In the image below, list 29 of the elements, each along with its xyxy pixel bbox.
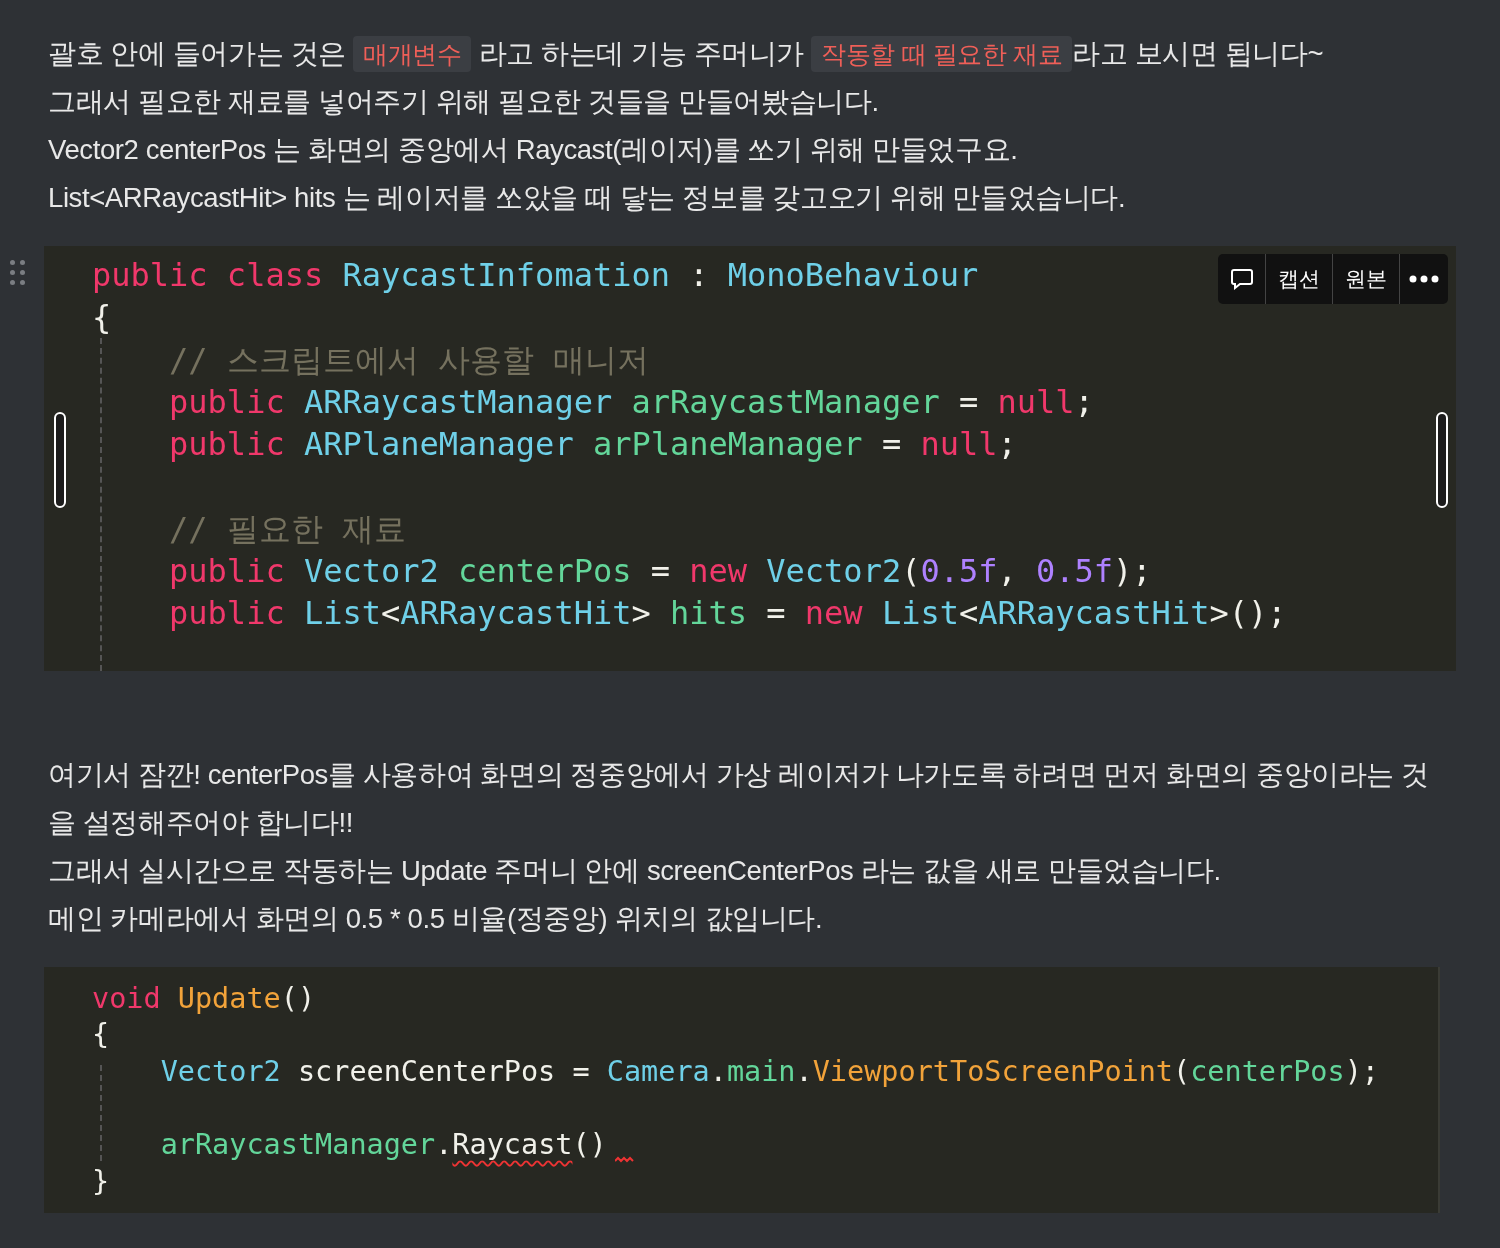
resize-handle[interactable] bbox=[1436, 412, 1448, 508]
drag-handle-icon[interactable] bbox=[10, 260, 25, 285]
code-line: arRaycastManager.Raycast() bbox=[92, 1127, 635, 1165]
code-line: public ARRaycastManager arRaycastManager = null; bbox=[168, 381, 1094, 423]
paragraph-text: 그래서 필요한 재료를 넣어주기 위해 필요한 것들을 만들어봤습니다. bbox=[48, 85, 880, 119]
code-line: { bbox=[92, 297, 112, 339]
paragraph-text: 그래서 실시간으로 작동하는 Update 주머니 안에 screenCenterPos 라는 값을 새로 만들었습니다. bbox=[48, 853, 1222, 888]
code-line: public Vector2 centerPos = new Vector2(0.5f, 0.5f); bbox=[168, 551, 1152, 593]
code-line: public class RaycastInfomation : MonoBehaviour bbox=[92, 255, 979, 296]
code-line: public List<ARRaycastHit> hits = new List<ARRaycastHit>(); bbox=[168, 593, 1287, 635]
code-line: // 스크립트에서 사용할 매니저 bbox=[168, 339, 650, 381]
inline-code: 작동할 때 필요한 재료 bbox=[811, 36, 1073, 72]
paragraph-text: 여기서 잠깐! centerPos를 사용하여 화면의 정중앙에서 가상 레이저가 나가도록 하려면 먼저 화면의 중앙이라는 것을 설정해주어야 합니다!! bbox=[48, 757, 1430, 840]
speech-bubble-icon bbox=[1229, 268, 1254, 290]
inline-code: 매개변수 bbox=[352, 36, 472, 72]
code-line: { bbox=[92, 1017, 110, 1054]
caption-button[interactable]: 캡션 bbox=[1266, 254, 1333, 304]
paragraph-text: Vector2 centerPos 는 화면의 중앙에서 Raycast(레이저)를 쏘기 위해 만들었구요. bbox=[48, 133, 1019, 167]
original-button[interactable]: 원본 bbox=[1333, 254, 1400, 304]
paragraph-text: 괄호 안에 들어가는 것은 매개변수 라고 하는데 기능 주머니가 작동할 때 필요한 재료 라고 보시면 됩니다~ bbox=[48, 30, 1452, 78]
resize-handle[interactable] bbox=[54, 412, 66, 508]
code-line: public ARPlaneManager arPlaneManager = null; bbox=[168, 424, 1017, 466]
code-line: // 필요한 재료 bbox=[168, 508, 407, 550]
paragraph-text: 메인 카메라에서 화면의 0.5 * 0.5 비율(정중앙) 위치의 값입니다. bbox=[48, 901, 824, 936]
code-line: } bbox=[92, 1164, 110, 1201]
paragraph-text: List<ARRaycastHit> hits 는 레이저를 쏘았을 때 닿는 정보를 갖고오기 위해 만들었습니다. bbox=[48, 181, 1127, 215]
more-icon bbox=[1409, 275, 1439, 283]
code-line: void Update() bbox=[92, 980, 316, 1017]
code-line: Vector2 screenCenterPos = Camera.main.ViewportToScreenPoint(centerPos); bbox=[159, 1054, 1379, 1091]
